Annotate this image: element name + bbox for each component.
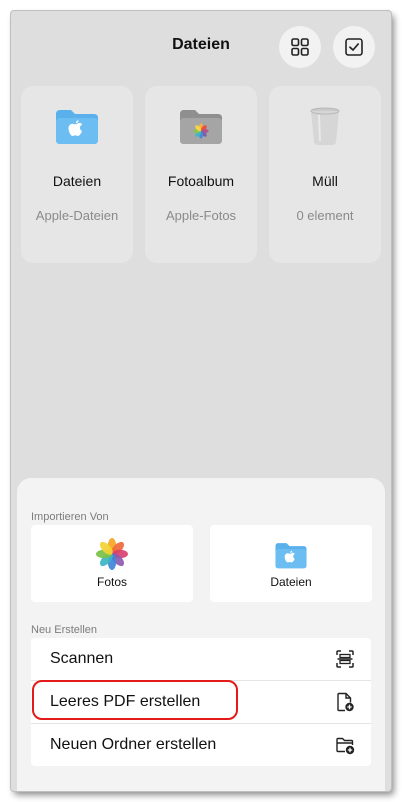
location-card-muell[interactable]: Müll 0 element — [269, 86, 381, 263]
create-folder-label: Neuen Ordner erstellen — [50, 736, 217, 753]
grid-view-button[interactable] — [279, 26, 321, 68]
create-section-label: Neu Erstellen — [31, 624, 98, 636]
create-folder-option[interactable]: Neuen Ordner erstellen — [31, 724, 371, 766]
location-subtitle: Apple-Dateien — [35, 208, 119, 223]
checkbox-select-icon — [345, 38, 363, 56]
import-option-label: Fotos — [96, 575, 127, 589]
files-folder-icon — [275, 543, 307, 569]
app-window: Dateien Dateien Apple-Dateien Fotoalbum … — [11, 11, 391, 791]
location-subtitle: Apple-Fotos — [165, 208, 237, 223]
location-name: Müll — [312, 173, 338, 189]
import-fotos-button[interactable]: Fotos — [31, 525, 193, 602]
highlight-annotation — [32, 680, 238, 720]
scan-option[interactable]: Scannen — [31, 638, 371, 680]
location-card-dateien[interactable]: Dateien Apple-Dateien — [21, 86, 133, 263]
location-subtitle: 0 element — [296, 208, 354, 223]
grid-view-icon — [291, 38, 309, 56]
import-dateien-button[interactable]: Dateien — [210, 525, 372, 602]
scan-option-label: Scannen — [50, 650, 114, 667]
import-option-label: Dateien — [270, 575, 312, 589]
blue-folder-icon — [56, 110, 98, 144]
trash-icon — [310, 107, 340, 145]
action-sheet: Importieren Von Fotos Dateien Neu Erstel… — [17, 478, 385, 791]
select-button[interactable] — [333, 26, 375, 68]
import-section-label: Importieren Von — [31, 511, 109, 523]
photos-folder-icon — [180, 110, 222, 144]
header: Dateien — [11, 11, 391, 81]
scan-icon — [336, 650, 354, 668]
new-document-icon — [337, 692, 354, 712]
new-folder-icon — [336, 737, 355, 755]
location-name: Dateien — [52, 173, 102, 189]
location-name: Fotoalbum — [167, 173, 235, 189]
location-card-fotoalbum[interactable]: Fotoalbum Apple-Fotos — [145, 86, 257, 263]
photos-app-icon — [96, 538, 128, 570]
